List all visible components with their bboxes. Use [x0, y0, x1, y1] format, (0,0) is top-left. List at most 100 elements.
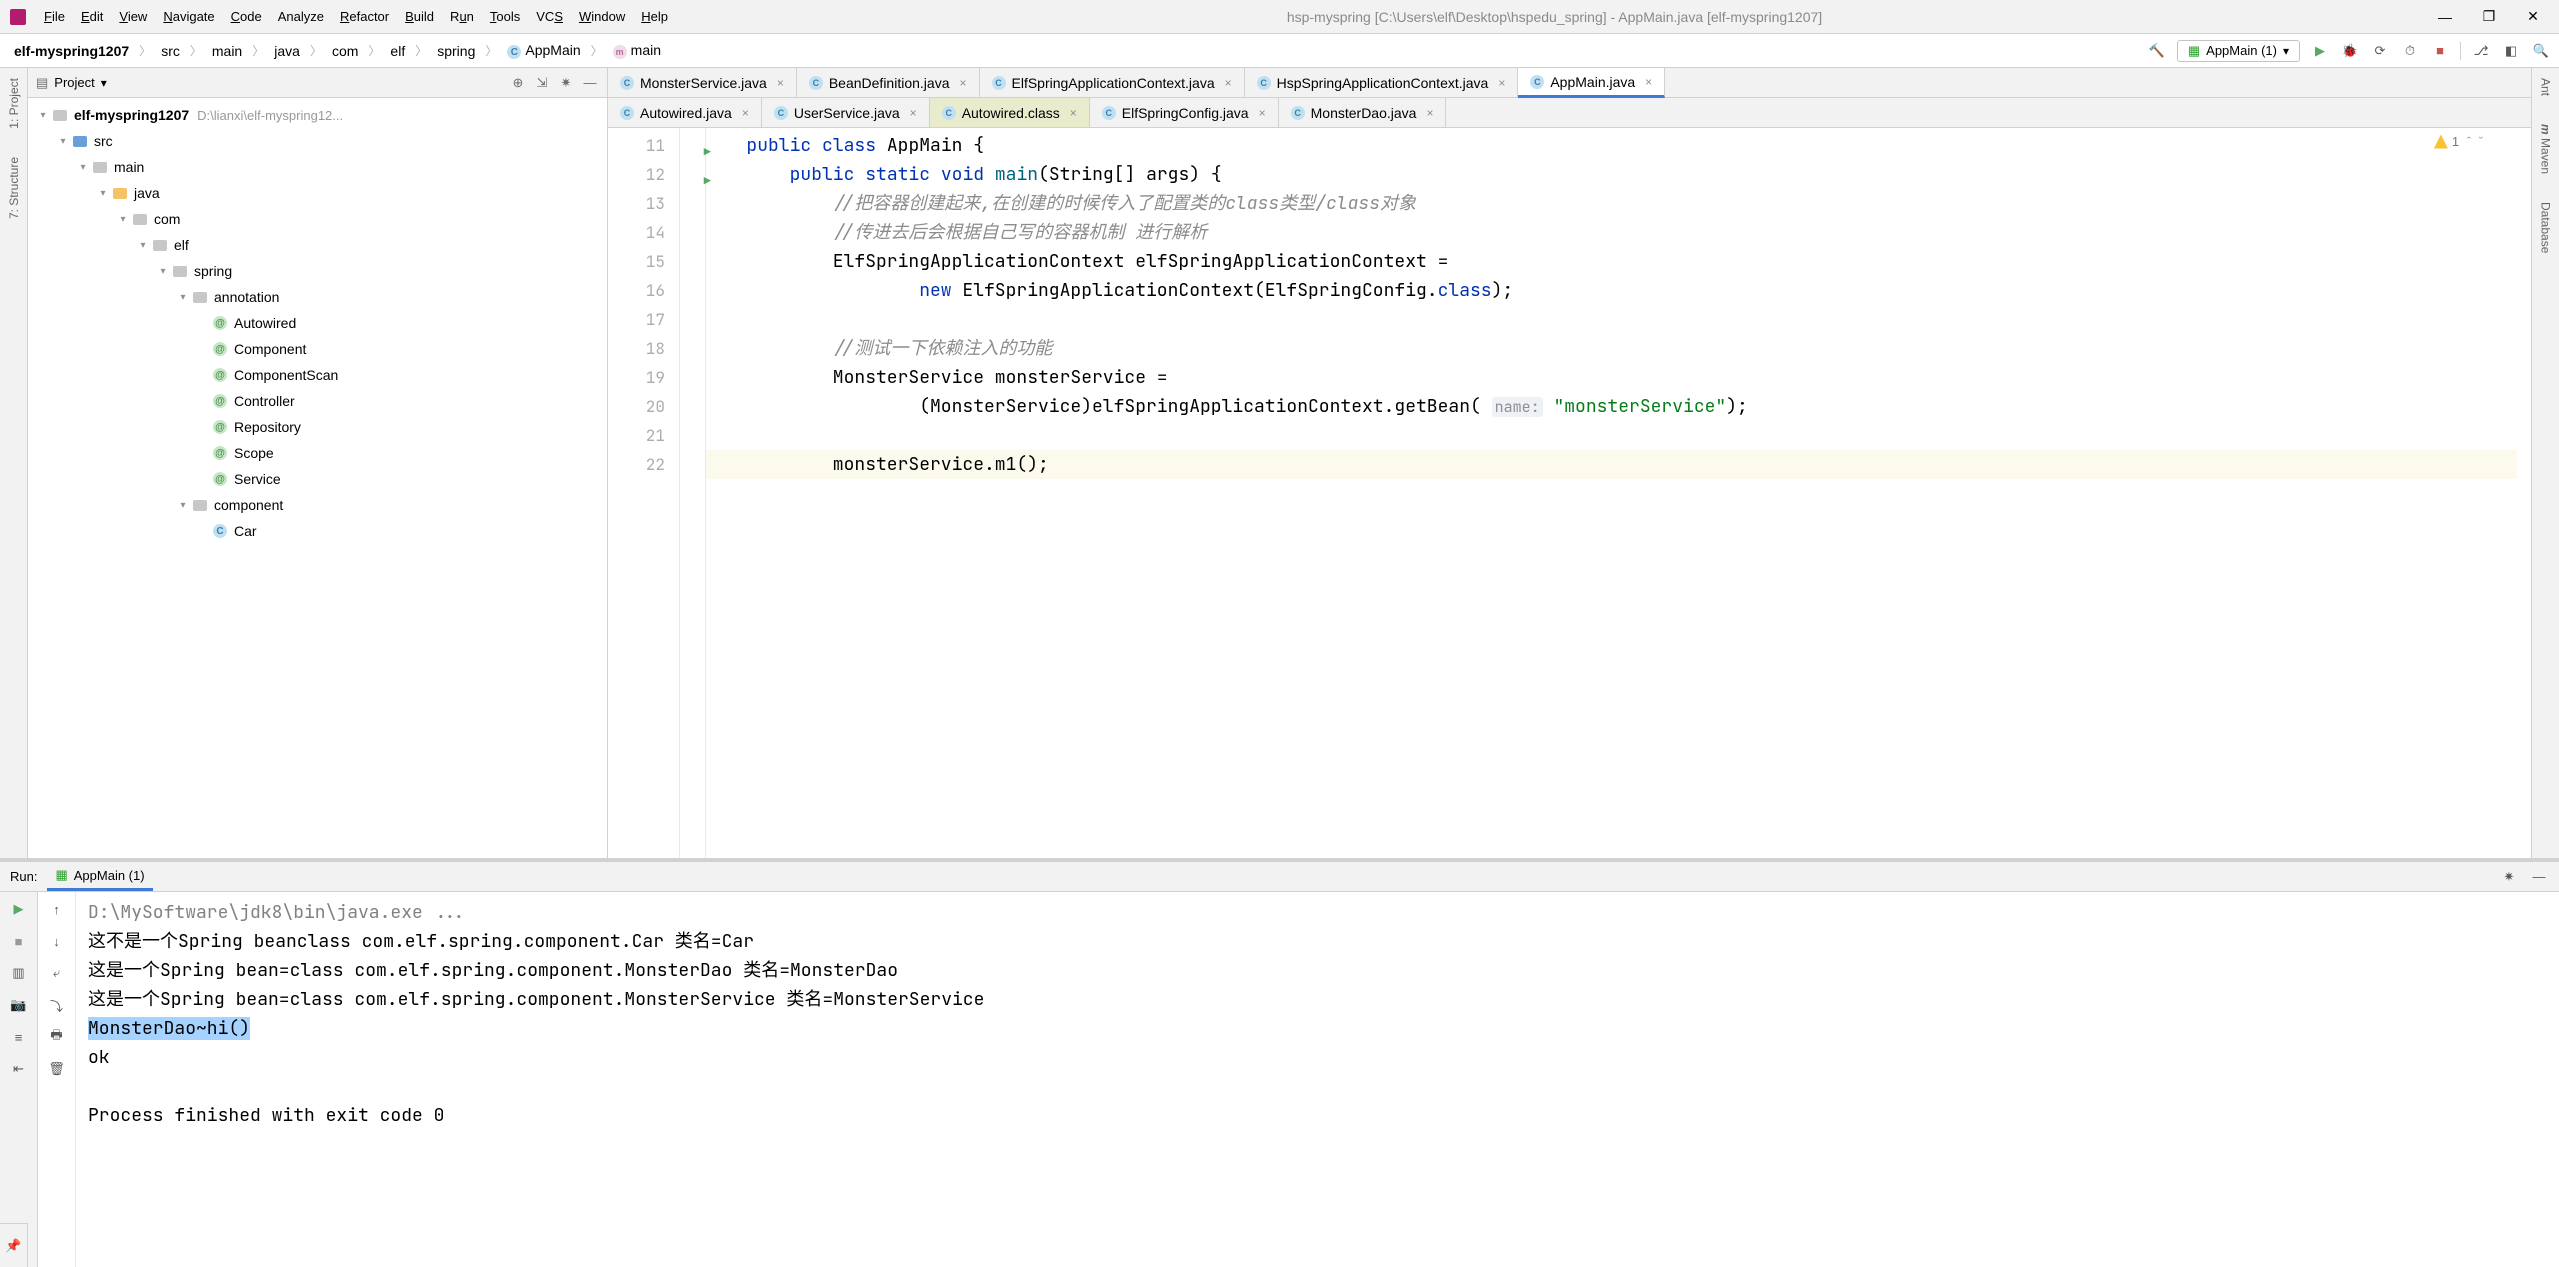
run-button-icon[interactable]: ▶ [2310, 41, 2330, 61]
menu-vcs[interactable]: VCS [528, 5, 571, 28]
close-tab-icon[interactable]: × [1070, 106, 1077, 120]
clear-icon[interactable]: 🗑 [46, 1058, 68, 1080]
coverage-icon[interactable]: ⟳ [2370, 41, 2390, 61]
exit-icon[interactable]: ⇤ [8, 1058, 30, 1080]
editor-tab[interactable]: CAutowired.class× [930, 98, 1090, 127]
tree-item-scope[interactable]: @Scope [28, 440, 607, 466]
structure-icon[interactable]: ◧ [2501, 41, 2521, 61]
close-icon[interactable]: ✕ [2521, 5, 2545, 29]
minimize-icon[interactable]: — [2433, 5, 2457, 29]
project-tree[interactable]: ▾ elf-myspring1207 D:\lianxi\elf-mysprin… [28, 98, 607, 858]
inspection-badge[interactable]: 1 ˆ ˇ [2434, 134, 2483, 149]
stripe-database[interactable]: Database [2539, 198, 2553, 257]
menu-navigate[interactable]: Navigate [155, 5, 222, 28]
close-tab-icon[interactable]: × [1225, 76, 1232, 90]
crumb-com[interactable]: com [326, 41, 364, 61]
editor-tab[interactable]: CAppMain.java× [1518, 68, 1665, 98]
stripe-structure[interactable]: 7: Structure [7, 153, 21, 223]
run-tab[interactable]: ▦ AppMain (1) [47, 862, 152, 891]
up-stack-icon[interactable]: ↑ [46, 898, 68, 920]
menu-refactor[interactable]: Refactor [332, 5, 397, 28]
tree-item-controller[interactable]: @Controller [28, 388, 607, 414]
tree-item-component[interactable]: ▾component [28, 492, 607, 518]
menu-view[interactable]: View [111, 5, 155, 28]
layout-icon[interactable]: ≡ [8, 1026, 30, 1048]
pin-icon[interactable]: 📌 [0, 1223, 28, 1267]
tree-item-annotation[interactable]: ▾annotation [28, 284, 607, 310]
menu-tools[interactable]: Tools [482, 5, 528, 28]
editor-tab[interactable]: CBeanDefinition.java× [797, 68, 980, 97]
gutter-run-icon[interactable]: ▶ [704, 138, 711, 167]
stop-icon[interactable]: ■ [2430, 41, 2450, 61]
tree-item-repository[interactable]: @Repository [28, 414, 607, 440]
debug-button-icon[interactable]: 🐞 [2340, 41, 2360, 61]
crumb-spring[interactable]: spring [431, 41, 481, 61]
editor-tab[interactable]: CMonsterService.java× [608, 68, 797, 97]
editor-tab[interactable]: CUserService.java× [762, 98, 930, 127]
crumb-method-main[interactable]: mmain [607, 40, 667, 61]
search-icon[interactable]: 🔍 [2531, 41, 2551, 61]
tree-item-spring[interactable]: ▾spring [28, 258, 607, 284]
tree-item-src[interactable]: ▾src [28, 128, 607, 154]
tree-item-service[interactable]: @Service [28, 466, 607, 492]
tree-item-com[interactable]: ▾com [28, 206, 607, 232]
crumb-root[interactable]: elf-myspring1207 [8, 41, 135, 61]
rerun-icon[interactable]: ▶ [8, 898, 30, 920]
menu-file[interactable]: File [36, 5, 73, 28]
menu-help[interactable]: Help [633, 5, 676, 28]
tree-item-elf[interactable]: ▾elf [28, 232, 607, 258]
menu-build[interactable]: Build [397, 5, 442, 28]
run-configuration-select[interactable]: ▦ AppMain (1) ▾ [2177, 40, 2300, 62]
maximize-icon[interactable]: ❐ [2477, 5, 2501, 29]
close-tab-icon[interactable]: × [959, 76, 966, 90]
tree-item-java[interactable]: ▾java [28, 180, 607, 206]
down-stack-icon[interactable]: ↓ [46, 930, 68, 952]
menu-code[interactable]: Code [223, 5, 270, 28]
tree-item-main[interactable]: ▾main [28, 154, 607, 180]
print-icon[interactable]: 🖶 [46, 1026, 68, 1048]
close-tab-icon[interactable]: × [910, 106, 917, 120]
close-tab-icon[interactable]: × [1645, 75, 1652, 89]
tree-item-component[interactable]: @Component [28, 336, 607, 362]
profile-icon[interactable]: ⏱ [2400, 41, 2420, 61]
close-tab-icon[interactable]: × [1426, 106, 1433, 120]
dump-threads-icon[interactable]: ▥ [8, 962, 30, 984]
run-settings-icon[interactable]: ✷ [2499, 867, 2519, 887]
tree-item-autowired[interactable]: @Autowired [28, 310, 607, 336]
gutter-run-icon[interactable]: ▶ [704, 167, 711, 196]
crumb-src[interactable]: src [155, 41, 186, 61]
editor-tab[interactable]: CElfSpringApplicationContext.java× [980, 68, 1245, 97]
close-tab-icon[interactable]: × [742, 106, 749, 120]
menu-run[interactable]: Run [442, 5, 482, 28]
code-area[interactable]: public class AppMain { public static voi… [706, 128, 2517, 858]
editor-tab[interactable]: CElfSpringConfig.java× [1090, 98, 1279, 127]
settings-icon[interactable]: ✷ [557, 74, 575, 92]
crumb-appmain[interactable]: CAppMain [501, 40, 586, 62]
camera-icon[interactable]: 📷 [8, 994, 30, 1016]
editor-tab[interactable]: CMonsterDao.java× [1279, 98, 1447, 127]
git-icon[interactable]: ⎇ [2471, 41, 2491, 61]
close-tab-icon[interactable]: × [777, 76, 784, 90]
error-stripe[interactable] [2517, 128, 2531, 858]
crumb-main[interactable]: main [206, 41, 248, 61]
menu-window[interactable]: Window [571, 5, 633, 28]
select-opened-file-icon[interactable]: ⊕ [509, 74, 527, 92]
close-tab-icon[interactable]: × [1259, 106, 1266, 120]
crumb-java[interactable]: java [268, 41, 306, 61]
stripe-project[interactable]: 1: Project [7, 74, 21, 133]
stop-run-icon[interactable]: ■ [8, 930, 30, 952]
tree-item-car[interactable]: CCar [28, 518, 607, 544]
tree-root[interactable]: ▾ elf-myspring1207 D:\lianxi\elf-mysprin… [28, 102, 607, 128]
stripe-ant[interactable]: Ant [2539, 74, 2553, 100]
tree-item-componentscan[interactable]: @ComponentScan [28, 362, 607, 388]
menu-analyze[interactable]: Analyze [270, 5, 332, 28]
run-hide-icon[interactable]: — [2529, 867, 2549, 887]
editor-tab[interactable]: CAutowired.java× [608, 98, 762, 127]
menu-edit[interactable]: Edit [73, 5, 111, 28]
editor-tab[interactable]: CHspSpringApplicationContext.java× [1245, 68, 1519, 97]
close-tab-icon[interactable]: × [1498, 76, 1505, 90]
soft-wrap-icon[interactable]: ⤶ [46, 962, 68, 984]
scroll-end-icon[interactable]: ⤵ [46, 994, 68, 1016]
build-icon[interactable]: 🔨 [2147, 41, 2167, 61]
hide-icon[interactable]: — [581, 74, 599, 92]
